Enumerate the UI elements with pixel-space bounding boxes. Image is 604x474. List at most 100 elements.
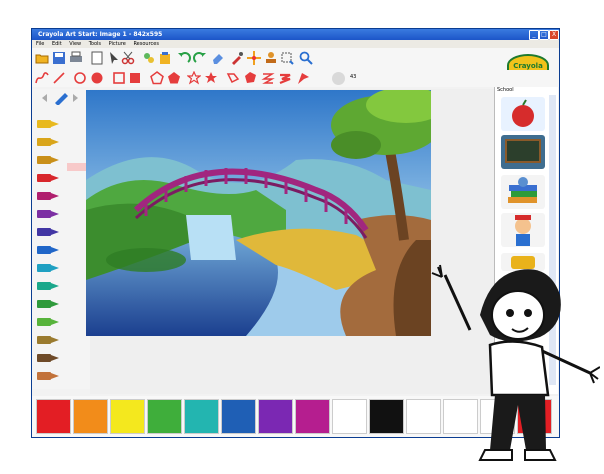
- crayon-tip: [51, 283, 59, 289]
- crayon-tip: [51, 337, 59, 343]
- palette-swatch-6[interactable]: [258, 399, 293, 434]
- crayon-tip: [51, 355, 59, 361]
- palette-swatch-9[interactable]: [369, 399, 404, 434]
- menu-resources[interactable]: Resources: [133, 40, 159, 48]
- shape-toolbar: a 43: [32, 70, 559, 126]
- zigzag-icon[interactable]: [278, 71, 292, 85]
- minimize-button[interactable]: _: [529, 30, 539, 40]
- pentagon-filled-icon[interactable]: [167, 71, 181, 85]
- crayon-9[interactable]: [37, 281, 59, 291]
- polygon-outline-icon[interactable]: [226, 71, 240, 85]
- crayon-body: [37, 354, 51, 362]
- polygon-filled-icon[interactable]: [243, 71, 257, 85]
- crayon-tip: [51, 121, 59, 127]
- select-icon[interactable]: [107, 51, 121, 65]
- menu-picture[interactable]: Picture: [109, 40, 126, 48]
- crayon-0[interactable]: [37, 119, 59, 129]
- crayon-6[interactable]: [37, 227, 59, 237]
- chalkboard-icon: [505, 139, 541, 163]
- menu-file[interactable]: File: [36, 40, 44, 48]
- palette-swatch-0[interactable]: [36, 399, 71, 434]
- circle-outline-icon[interactable]: [73, 71, 87, 85]
- menu-view[interactable]: View: [69, 40, 81, 48]
- paste-icon[interactable]: [158, 51, 172, 65]
- crayon-tool-selector[interactable]: [40, 91, 80, 105]
- save-icon[interactable]: [52, 51, 66, 65]
- maximize-button[interactable]: □: [539, 30, 549, 40]
- stamp-icon[interactable]: [264, 51, 278, 65]
- copy-icon[interactable]: [142, 51, 156, 65]
- stamp-student[interactable]: [501, 213, 545, 247]
- crayon-4[interactable]: [37, 191, 59, 201]
- print-icon[interactable]: [69, 51, 83, 65]
- star-outline-icon[interactable]: [187, 71, 201, 85]
- crayon-8[interactable]: [37, 263, 59, 273]
- crayon-7[interactable]: [37, 245, 59, 255]
- stamp-apple[interactable]: [501, 97, 545, 131]
- crayon-3[interactable]: [37, 173, 59, 183]
- undo-icon[interactable]: [177, 51, 191, 65]
- crayon-13[interactable]: [37, 353, 59, 363]
- palette-swatch-5[interactable]: [221, 399, 256, 434]
- crayon-body: [37, 246, 51, 254]
- crayon-tip: [51, 373, 59, 379]
- crayon-body: [37, 174, 51, 182]
- menu-edit[interactable]: Edit: [52, 40, 62, 48]
- crayon-tip: [51, 301, 59, 307]
- crayon-10[interactable]: [37, 299, 59, 309]
- square-outline-icon[interactable]: [112, 71, 126, 85]
- crayon-body: [37, 336, 51, 344]
- eyedropper-icon[interactable]: [230, 51, 244, 65]
- open-folder-icon[interactable]: [35, 51, 49, 65]
- crayon-12[interactable]: [37, 335, 59, 345]
- palette-swatch-7[interactable]: [295, 399, 330, 434]
- crayon-11[interactable]: [37, 317, 59, 327]
- palette-swatch-1[interactable]: [73, 399, 108, 434]
- menu-bar: File Edit View Tools Picture Resources: [32, 40, 559, 48]
- sparkle-icon[interactable]: [247, 51, 261, 65]
- crayon-5[interactable]: [37, 209, 59, 219]
- palette-swatch-8[interactable]: [332, 399, 367, 434]
- palette-swatch-2[interactable]: [110, 399, 145, 434]
- star-filled-icon[interactable]: [204, 71, 218, 85]
- crayon-tip: [51, 193, 59, 199]
- size-slider-knob[interactable]: [332, 72, 345, 85]
- line-icon[interactable]: [52, 71, 66, 85]
- crayon-tip: [51, 211, 59, 217]
- scribble-icon[interactable]: [261, 71, 275, 85]
- crayon-1[interactable]: [37, 137, 59, 147]
- scissors-icon[interactable]: [121, 51, 135, 65]
- pentagon-outline-icon[interactable]: [150, 71, 164, 85]
- circle-filled-icon[interactable]: [90, 71, 104, 85]
- crayon-body: [37, 282, 51, 290]
- crayon-body: [37, 138, 51, 146]
- crayon-tip: [51, 265, 59, 271]
- flag-icon[interactable]: [296, 71, 310, 85]
- crayon-tip: [51, 247, 59, 253]
- size-value: 43: [350, 74, 357, 80]
- crayon-2[interactable]: [37, 155, 59, 165]
- square-filled-icon[interactable]: [128, 71, 142, 85]
- crayon-tip: [51, 175, 59, 181]
- selected-crayon-highlight: [67, 163, 87, 171]
- redo-icon[interactable]: [193, 51, 207, 65]
- close-button[interactable]: X: [549, 30, 559, 40]
- stamp-books[interactable]: [501, 175, 545, 209]
- stamp-category[interactable]: School: [497, 87, 514, 93]
- crayon-14[interactable]: [37, 371, 59, 381]
- canvas-image-landscape[interactable]: [86, 90, 431, 336]
- freehand-curve-icon[interactable]: [35, 71, 49, 85]
- palette-swatch-4[interactable]: [184, 399, 219, 434]
- crop-icon[interactable]: [280, 51, 294, 65]
- new-page-icon[interactable]: [90, 51, 104, 65]
- crayon-body: [37, 192, 51, 200]
- menu-tools[interactable]: Tools: [89, 40, 101, 48]
- crayon-body: [37, 210, 51, 218]
- apple-icon: [512, 99, 534, 127]
- palette-swatch-3[interactable]: [147, 399, 182, 434]
- stamp-chalkboard[interactable]: [501, 135, 545, 169]
- eraser-icon[interactable]: [211, 51, 225, 65]
- window-title: Crayola Art Start: Image 1 - 842x595: [38, 31, 163, 38]
- zoom-icon[interactable]: [299, 51, 313, 65]
- title-bar: Crayola Art Start: Image 1 - 842x595 _ □…: [32, 29, 559, 40]
